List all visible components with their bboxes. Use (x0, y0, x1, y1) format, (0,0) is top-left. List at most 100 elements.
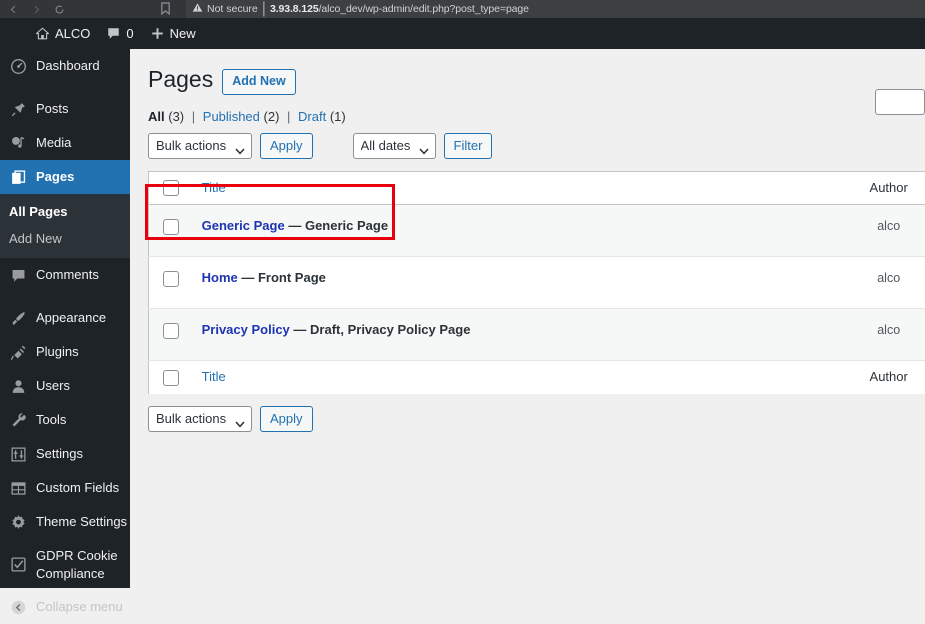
sidebar-item-comments[interactable]: Comments (0, 258, 130, 292)
sidebar-label-plugins: Plugins (36, 343, 79, 361)
filter-button[interactable]: Filter (444, 133, 493, 159)
column-header-author: Author (830, 171, 925, 205)
select-all-footer (149, 361, 192, 394)
sidebar-label-pages: Pages (36, 168, 74, 186)
table-nav-top: Bulk actions Apply All dates Filter (148, 133, 925, 159)
table-foot: Title Author (149, 361, 925, 394)
sidebar-item-settings[interactable]: Settings (0, 437, 130, 471)
collapse-arrow-icon (9, 598, 27, 616)
author-link[interactable]: alco (877, 219, 900, 233)
url-separator: | (262, 0, 266, 18)
apply-bulk-action-button-top[interactable]: Apply (260, 133, 313, 159)
filter-link-draft[interactable]: Draft (298, 109, 326, 124)
checkbox-check-icon (9, 556, 27, 574)
table-row[interactable]: Privacy Policy — Draft, Privacy Policy P… (149, 309, 925, 361)
row-title-cell: Privacy Policy — Draft, Privacy Policy P… (192, 309, 831, 361)
back-arrow-icon[interactable] (8, 4, 19, 15)
row-checkbox-cell (149, 205, 192, 257)
url-path: /alco_dev/wp-admin/edit.php?post_type=pa… (319, 3, 529, 15)
page-title: Pages (148, 65, 213, 95)
row-author-cell: alco (830, 205, 925, 257)
sidebar-item-posts[interactable]: Posts (0, 92, 130, 126)
sidebar-item-pages[interactable]: Pages (0, 160, 130, 194)
sidebar-item-theme-settings[interactable]: Theme Settings (0, 505, 130, 539)
filter-count-published: (2) (264, 109, 280, 124)
author-link[interactable]: alco (877, 271, 900, 285)
pages-icon (9, 168, 27, 186)
sidebar-label-custom-fields: Custom Fields (36, 479, 119, 497)
row-title-cell: Home — Front Page (192, 257, 831, 309)
sidebar-item-dashboard[interactable]: Dashboard (0, 49, 130, 83)
pages-list-table: Title Author Generic Page — Generic Page… (148, 171, 925, 394)
page-title-link[interactable]: Generic Page (202, 218, 285, 233)
admin-sidebar-menu: Dashboard Posts Media Pages All Pages Ad… (0, 49, 130, 588)
pin-icon (9, 100, 27, 118)
apply-bulk-action-button-bottom[interactable]: Apply (260, 406, 313, 432)
sidebar-item-plugins[interactable]: Plugins (0, 335, 130, 369)
wrench-icon (9, 411, 27, 429)
sort-by-title-link-top[interactable]: Title (202, 180, 226, 195)
column-label-author-top: Author (870, 180, 908, 195)
sidebar-item-tools[interactable]: Tools (0, 403, 130, 437)
sidebar-item-gdpr-cookie-compliance[interactable]: GDPR Cookie Compliance (0, 539, 130, 590)
browser-chrome: Not secure | 3.93.8.125/alco_dev/wp-admi… (0, 0, 925, 18)
column-footer-author: Author (830, 361, 925, 394)
page-state-label: Front Page (258, 270, 326, 285)
address-bar[interactable]: Not secure | 3.93.8.125/alco_dev/wp-admi… (186, 0, 925, 18)
comment-bubble-icon (106, 26, 121, 41)
sidebar-item-users[interactable]: Users (0, 369, 130, 403)
search-input[interactable] (875, 89, 925, 115)
sidebar-item-custom-fields[interactable]: Custom Fields (0, 471, 130, 505)
sidebar-divider (0, 292, 130, 301)
table-footer-row: Title Author (149, 361, 925, 394)
media-icon (9, 134, 27, 152)
row-author-cell: alco (830, 309, 925, 361)
select-all-checkbox-bottom[interactable] (163, 370, 179, 386)
sidebar-divider (0, 83, 130, 92)
filter-link-published[interactable]: Published (203, 109, 260, 124)
filter-count-draft: (1) (330, 109, 346, 124)
row-select-checkbox[interactable] (163, 271, 179, 287)
sidebar-submenu-pages: All Pages Add New (0, 194, 130, 258)
adminbar-site-name[interactable]: ALCO (27, 18, 98, 49)
sidebar-item-appearance[interactable]: Appearance (0, 301, 130, 335)
filter-count-all: (3) (168, 109, 184, 124)
author-link[interactable]: alco (877, 323, 900, 337)
page-state-label: Draft, Privacy Policy Page (310, 322, 470, 337)
row-select-checkbox[interactable] (163, 219, 179, 235)
bulk-actions-select-bottom[interactable]: Bulk actions (148, 406, 252, 432)
table-row[interactable]: Home — Front Page alco (149, 257, 925, 309)
sidebar-item-all-pages[interactable]: All Pages (0, 198, 130, 225)
reload-icon[interactable] (54, 4, 65, 15)
search-box (875, 89, 925, 115)
adminbar-new[interactable]: New (142, 18, 204, 49)
filter-link-all[interactable]: All (148, 109, 165, 124)
sort-by-title-link-bottom[interactable]: Title (202, 369, 226, 384)
table-nav-bottom: Bulk actions Apply (148, 406, 925, 432)
row-checkbox-cell (149, 257, 192, 309)
add-new-page-button[interactable]: Add New (222, 69, 295, 94)
sidebar-item-collapse-menu[interactable]: Collapse menu (0, 590, 130, 624)
adminbar-comments-count: 0 (126, 26, 133, 41)
page-title-link[interactable]: Privacy Policy (202, 322, 290, 337)
forward-arrow-icon[interactable] (31, 4, 42, 15)
security-label: Not secure (207, 3, 258, 15)
page-header: Pages Add New (148, 59, 925, 95)
adminbar-comments[interactable]: 0 (98, 18, 141, 49)
column-label-author-bottom: Author (870, 369, 908, 384)
table-header-row: Title Author (149, 171, 925, 205)
adminbar-new-label: New (170, 26, 196, 41)
sidebar-item-media[interactable]: Media (0, 126, 130, 160)
date-filter-select[interactable]: All dates (353, 133, 436, 159)
column-footer-title: Title (192, 361, 831, 394)
select-all-checkbox-top[interactable] (163, 180, 179, 196)
table-row[interactable]: Generic Page — Generic Page alco (149, 205, 925, 257)
sidebar-item-add-new-page[interactable]: Add New (0, 225, 130, 252)
page-title-link[interactable]: Home (202, 270, 238, 285)
filter-separator: | (192, 109, 195, 124)
bulk-actions-select-top[interactable]: Bulk actions (148, 133, 252, 159)
row-select-checkbox[interactable] (163, 323, 179, 339)
sidebar-label-posts: Posts (36, 100, 69, 118)
row-author-cell: alco (830, 257, 925, 309)
sidebar-label-gdpr-cookie-compliance: GDPR Cookie Compliance (36, 547, 130, 582)
